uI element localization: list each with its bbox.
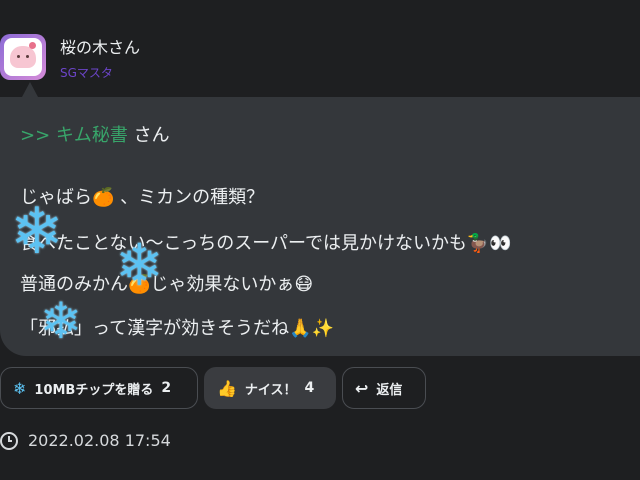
snowflake-icon: ❄ [13,378,27,398]
reply-button[interactable]: ↩ 返信 [342,367,426,409]
snowflake-icon: ❄ [115,231,164,299]
reply-label: 返信 [376,382,403,398]
timestamp-text: 2022.02.08 17:54 [28,431,171,450]
author-name[interactable]: 桜の木さん [60,34,140,58]
nice-count: 4 [304,380,315,396]
nice-label: ナイス！ [244,382,297,398]
author-rank-badge: SGマスタ [60,66,113,80]
clock-icon [0,431,18,450]
reply-to-link[interactable]: >> キム秘書 [20,125,128,146]
flower-icon [29,42,36,49]
gift-label: 10MBチップを贈る [34,382,154,398]
snowflake-icon: ❄ [40,292,82,350]
snowflake-icon: ❄ [10,195,64,269]
reply-mention: >> キム秘書 さん [20,121,170,147]
post-timestamp: 2022.02.08 17:54 [0,431,171,450]
message-line-2: 食べたことない〜こっちのスーパーでは見かけないかも🦆👀 [20,233,512,254]
gift-chip-button[interactable]: ❄ 10MBチップを贈る 2 [0,367,198,409]
bubble-tail [22,82,38,97]
nice-button[interactable]: 👍 ナイス！ 4 [204,367,336,409]
reply-honorific: さん [127,125,170,146]
avatar-character-icon [4,38,42,76]
user-avatar[interactable] [0,34,46,80]
reply-arrow-icon: ↩ [355,378,369,398]
avatar-face [10,46,36,68]
gift-count: 2 [161,380,172,396]
thumbs-up-icon: 👍 [217,378,237,398]
